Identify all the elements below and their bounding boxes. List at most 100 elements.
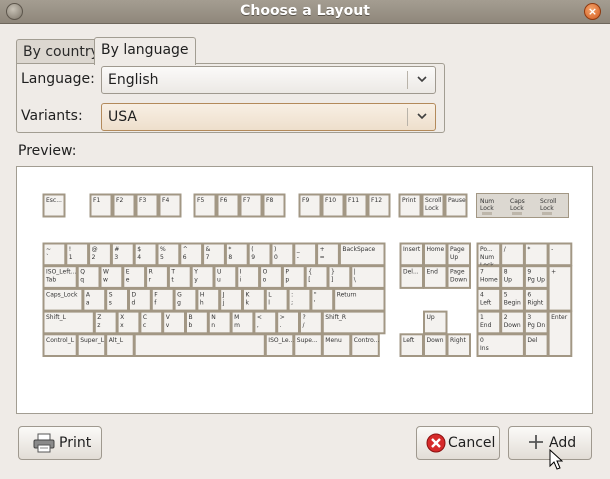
indicator-label: Scroll — [540, 198, 557, 205]
key-label: | — [354, 269, 356, 276]
key-label: h — [200, 299, 204, 306]
fkey-5: F5 — [193, 193, 217, 218]
key-label: F6 — [220, 197, 227, 204]
key-label: Num — [480, 254, 494, 261]
key-label: ] — [331, 277, 333, 284]
key-label: 1 — [480, 314, 484, 321]
main-key: Pp — [281, 265, 306, 289]
preview-label: Preview: — [18, 143, 77, 159]
key-label: Shift_R — [325, 314, 346, 321]
main-key: _- — [293, 242, 318, 267]
key-label: F10 — [325, 197, 336, 204]
key-label: m — [234, 322, 240, 329]
main-key: ISO_Left...Tab — [42, 265, 78, 289]
key-label: N — [211, 314, 216, 321]
key-label: Print — [402, 197, 416, 204]
nav-key: Left — [399, 333, 424, 358]
fkey-3: F3 — [135, 193, 159, 218]
key-label: Alt_L — [109, 337, 124, 344]
key-label: Menu — [325, 337, 342, 344]
key-label: Left — [480, 299, 492, 306]
nav-key: Home — [423, 242, 448, 267]
key-label: 5 — [160, 254, 164, 261]
key-label: 1 — [69, 254, 73, 261]
main-key: Contro... — [350, 333, 380, 358]
key-label: = — [320, 254, 325, 261]
key-label: j — [222, 299, 225, 306]
key-label: Home — [427, 246, 445, 253]
key-label: ISO_Le... — [268, 337, 294, 344]
tab-by-language[interactable]: By language — [94, 37, 196, 65]
key-label: C — [143, 314, 147, 321]
numpad-key: 7Home — [476, 265, 502, 289]
key-label: b — [189, 322, 193, 329]
main-key: Nn — [207, 310, 232, 335]
key-label: Lock — [425, 205, 439, 212]
tab-by-country[interactable]: By country — [16, 39, 106, 63]
key-label: F11 — [348, 197, 359, 204]
main-key: Ii — [236, 265, 261, 289]
main-key: ?/ — [299, 310, 323, 335]
key-label: F3 — [139, 197, 146, 204]
variants-combo[interactable]: USA — [101, 103, 436, 131]
main-key: #3 — [110, 242, 135, 267]
language-combo[interactable]: English — [101, 66, 436, 94]
key-label: O — [263, 269, 268, 276]
main-key: )0 — [270, 242, 295, 267]
key-label: { — [308, 269, 312, 276]
key-label: + — [320, 246, 325, 253]
chevron-down-icon — [416, 71, 428, 91]
key-label: S — [109, 291, 113, 298]
plus-icon — [527, 433, 545, 455]
main-key: Aa — [82, 287, 107, 312]
key-label: Caps_Lock — [46, 291, 78, 298]
key-label: B — [189, 314, 193, 321]
print-button[interactable]: Print — [18, 426, 102, 460]
key-label: 2 — [504, 314, 508, 321]
key-label: 3 — [527, 314, 531, 321]
cancel-button[interactable]: Cancel — [416, 426, 500, 460]
key-label: Page — [450, 269, 465, 276]
key-label: # — [114, 246, 119, 253]
main-key: %5 — [156, 242, 181, 267]
key-label: Right — [450, 337, 466, 344]
key-label: ) — [274, 246, 276, 253]
main-key: Bb — [185, 310, 209, 335]
key-label: F12 — [371, 197, 382, 204]
window-title: Choose a Layout — [240, 3, 370, 19]
key-label: Down — [504, 322, 521, 329]
nav-key: PageUp — [446, 242, 471, 267]
key-label: p — [285, 277, 289, 284]
key-label: y — [194, 277, 198, 284]
main-key: &7 — [202, 242, 226, 267]
key-label: End — [480, 322, 492, 329]
key-label: Z — [97, 314, 101, 321]
key-label: G — [177, 291, 182, 298]
combo-separator — [407, 108, 408, 126]
main-key — [133, 333, 266, 358]
key-label: 8 — [228, 254, 232, 261]
key-label: F5 — [197, 197, 204, 204]
key-label: 0 — [274, 254, 278, 261]
key-label: : — [291, 291, 293, 298]
key-label: F8 — [266, 197, 273, 204]
main-key: Vv — [162, 310, 186, 335]
key-label: T — [170, 269, 175, 276]
printer-icon — [33, 433, 55, 457]
main-key: Menu — [321, 333, 352, 358]
close-icon[interactable]: × — [584, 3, 601, 20]
fkey-6: F6 — [216, 193, 240, 218]
cancel-icon — [426, 433, 446, 457]
key-label: e — [126, 277, 130, 284]
key-label: ISO_Left... — [46, 269, 76, 276]
fkey-10: F10 — [321, 193, 345, 218]
dialog-body: By country By language Language: English… — [0, 24, 610, 479]
main-key: Mm — [230, 310, 255, 335]
indicator-label: Lock — [540, 205, 554, 212]
main-key: Qq — [76, 265, 101, 289]
fkey-12: F12 — [367, 193, 391, 218]
nav-key: End — [423, 265, 448, 289]
key-label: 0 — [480, 337, 484, 344]
key-label: Shift_L — [46, 314, 67, 321]
main-key: !1 — [65, 242, 90, 267]
